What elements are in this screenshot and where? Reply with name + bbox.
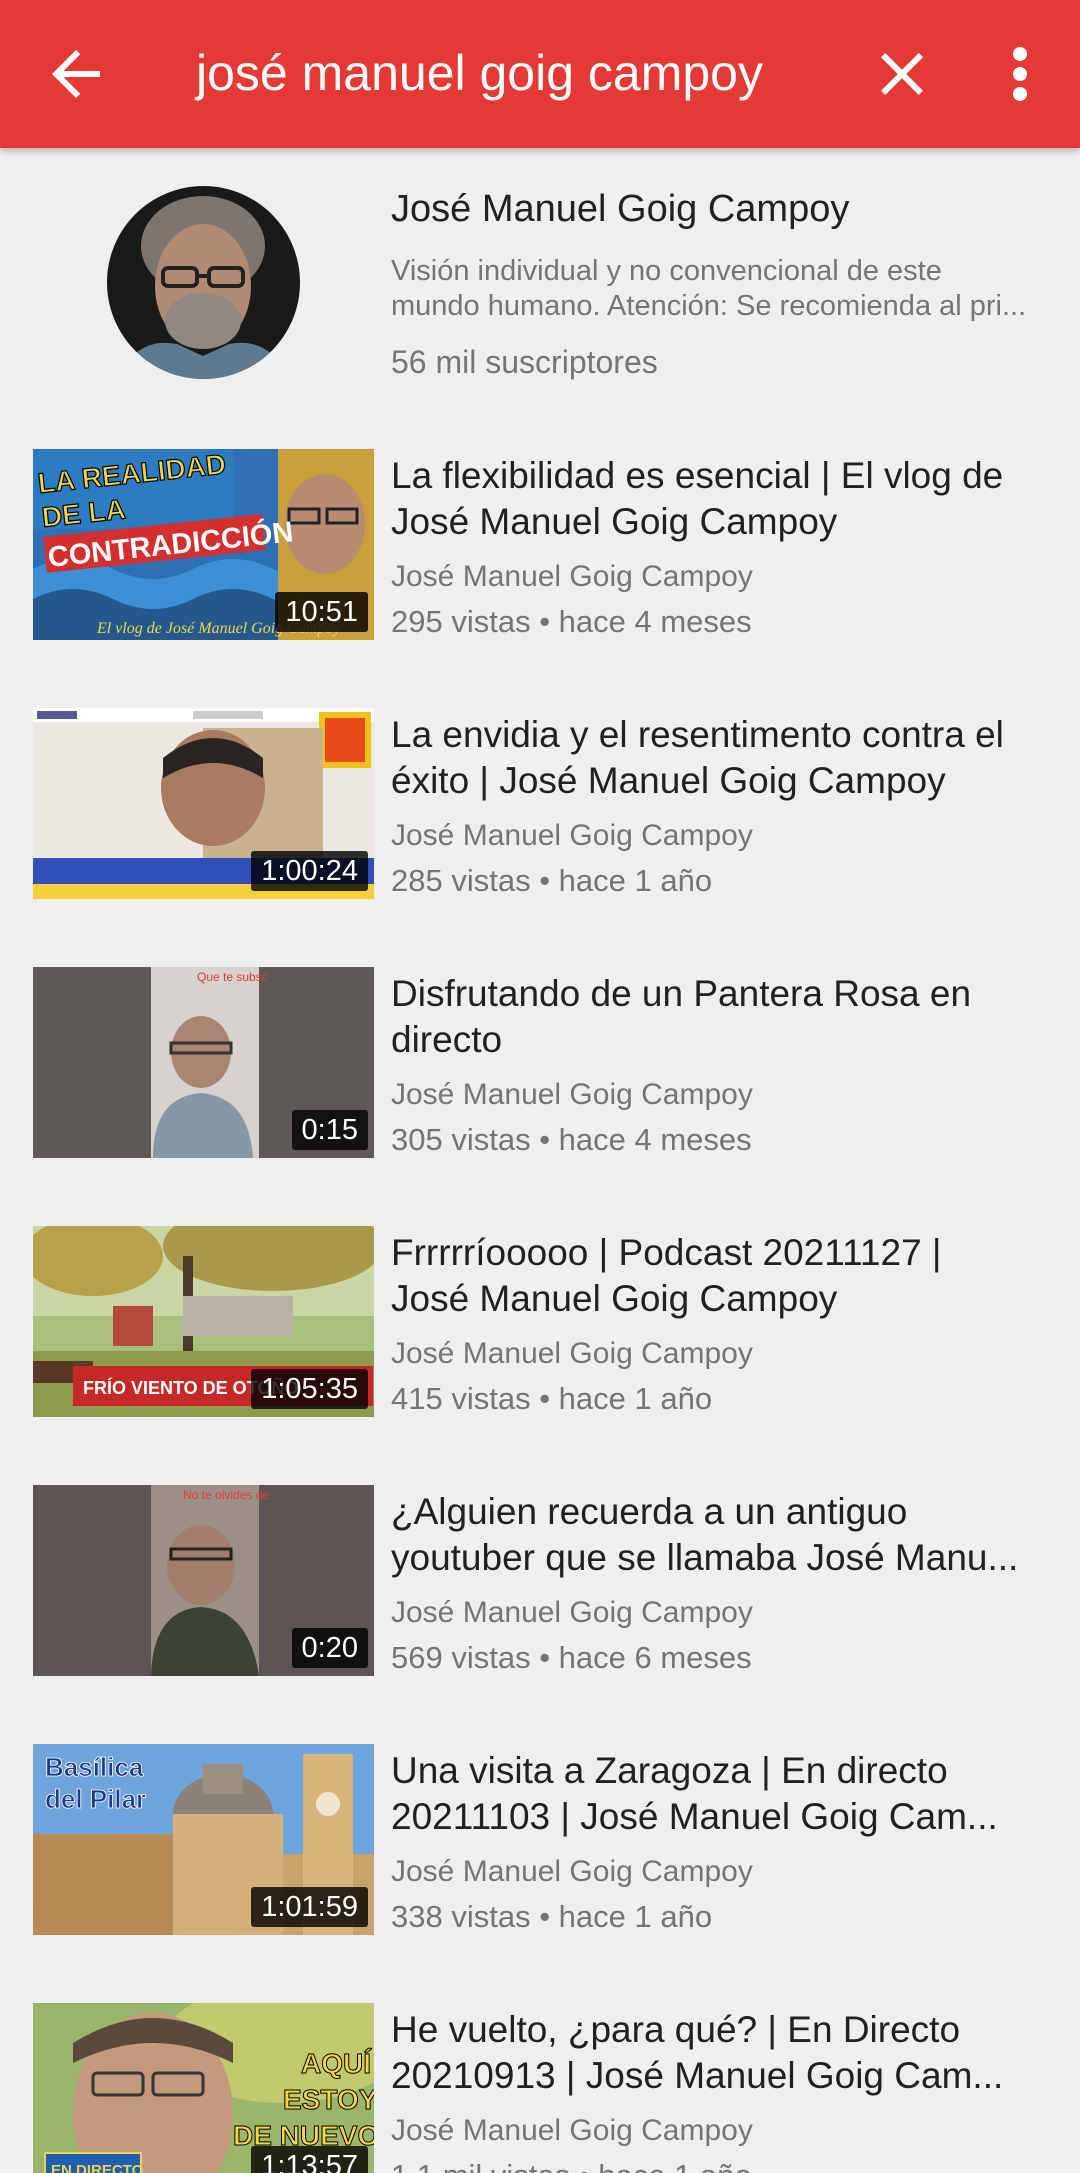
video-thumbnail[interactable]: LA REALIDAD DE LA CONTRADICCIÓN El vlog … [33,449,374,640]
search-query[interactable]: josé manuel goig campoy [196,42,763,104]
video-thumbnail[interactable]: 1:00:24 [33,708,374,899]
channel-description: Visión individual y no convencional de e… [391,254,1051,324]
video-title-line: 20210913 | José Manuel Goig Cam... [391,2055,1004,2096]
video-title: Una visita a Zaragoza | En directo 20211… [391,1748,1051,1840]
video-meta: 415 vistas • hace 1 año [391,1381,713,1416]
video-channel-name: José Manuel Goig Campoy [391,1337,753,1370]
video-title-line: José Manuel Goig Campoy [391,1278,838,1319]
video-title-line: Frrrrríooooo | Podcast 20211127 | [391,1232,942,1273]
clear-search-button[interactable] [866,38,938,110]
video-thumbnail[interactable]: Basílica del Pilar 1:01:59 [33,1744,374,1935]
video-meta: 1,1 mil vistas • hace 1 año [391,2156,752,2173]
video-result[interactable]: FRÍO VIENTO DE OTOÑO 1:05:35 Frrrrríoooo… [0,1226,1080,1485]
video-duration: 10:51 [275,592,368,632]
video-result[interactable]: Basílica del Pilar 1:01:59 Una visita a … [0,1744,1080,2003]
thumbnail-caption: del Pilar [45,1784,146,1814]
video-result[interactable]: No te olvides de 0:20 ¿Alguien recuerda … [0,1485,1080,1744]
thumbnail-caption: Que te subsc [197,970,268,984]
video-duration: 1:13:57 [251,2146,368,2173]
video-title: Disfrutando de un Pantera Rosa en direct… [391,971,1051,1063]
video-duration: 1:01:59 [251,1887,368,1927]
thumbnail-caption: Basílica [45,1752,144,1782]
close-icon [881,53,923,95]
video-title-line: Una visita a Zaragoza | En directo [391,1750,948,1791]
video-meta: 285 vistas • hace 1 año [391,863,713,898]
video-title: La envidia y el resentimento contra el é… [391,712,1051,804]
video-thumbnail[interactable]: FRÍO VIENTO DE OTOÑO 1:05:35 [33,1226,374,1417]
video-meta: 305 vistas • hace 4 meses [391,1122,752,1157]
video-meta: 569 vistas • hace 6 meses [391,1640,752,1675]
video-channel-name: José Manuel Goig Campoy [391,560,753,593]
video-title: Frrrrríooooo | Podcast 20211127 | José M… [391,1230,1051,1322]
arrow-left-icon [52,50,100,98]
video-title: ¿Alguien recuerda a un antiguo youtuber … [391,1489,1051,1581]
video-channel-name: José Manuel Goig Campoy [391,2114,753,2147]
video-duration: 1:05:35 [251,1369,368,1409]
video-duration: 0:15 [291,1110,368,1150]
video-channel-name: José Manuel Goig Campoy [391,1596,753,1629]
video-title-line: 20211103 | José Manuel Goig Cam... [391,1796,998,1837]
video-meta: 338 vistas • hace 1 año [391,1899,713,1934]
video-result[interactable]: 1:00:24 La envidia y el resentimento con… [0,708,1080,967]
video-channel-name: José Manuel Goig Campoy [391,1855,753,1888]
video-title: He vuelto, ¿para qué? | En Directo 20210… [391,2007,1051,2099]
channel-description-line: mundo humano. Atención: Se recomienda al… [391,290,1027,322]
video-title-line: He vuelto, ¿para qué? | En Directo [391,2009,961,2050]
thumbnail-caption: AQUÍ [301,2048,372,2079]
video-thumbnail[interactable]: Que te subsc 0:15 [33,967,374,1158]
video-duration: 0:20 [291,1628,368,1668]
channel-result[interactable]: José Manuel Goig Campoy Visión individua… [0,148,1080,410]
back-button[interactable] [40,38,112,110]
video-result[interactable]: LA REALIDAD DE LA CONTRADICCIÓN El vlog … [0,449,1080,708]
video-title-line: youtuber que se llamaba José Manu... [391,1537,1019,1578]
video-result[interactable]: AQUÍ ESTOY DE NUEVO EN DIRECTO 1:13:57 H… [0,2003,1080,2173]
thumbnail-caption: EN DIRECTO [51,2162,144,2173]
channel-description-line: Visión individual y no convencional de e… [391,255,942,287]
video-title-line: La envidia y el resentimento contra el [391,714,1004,755]
subscriber-count: 56 mil suscriptores [391,344,658,380]
video-duration: 1:00:24 [251,851,368,891]
thumbnail-caption: ESTOY [283,2084,374,2115]
video-result[interactable]: Que te subsc 0:15 Disfrutando de un Pant… [0,967,1080,1226]
channel-name: José Manuel Goig Campoy [391,188,850,230]
thumbnail-caption: No te olvides de [183,1488,269,1502]
video-title-line: directo [391,1019,503,1060]
video-title-line: José Manuel Goig Campoy [391,501,838,542]
video-title-line: ¿Alguien recuerda a un antiguo [391,1491,908,1532]
search-toolbar: josé manuel goig campoy [0,0,1080,148]
video-title-line: La flexibilidad es esencial | El vlog de [391,455,1004,496]
video-meta: 295 vistas • hace 4 meses [391,604,752,639]
channel-avatar[interactable] [107,186,300,379]
more-vert-icon [1013,47,1027,101]
video-title-line: Disfrutando de un Pantera Rosa en [391,973,972,1014]
more-options-button[interactable] [1000,38,1040,110]
video-title: La flexibilidad es esencial | El vlog de… [391,453,1051,545]
video-channel-name: José Manuel Goig Campoy [391,819,753,852]
video-thumbnail[interactable]: AQUÍ ESTOY DE NUEVO EN DIRECTO 1:13:57 [33,2003,374,2173]
video-channel-name: José Manuel Goig Campoy [391,1078,753,1111]
video-title-line: éxito | José Manuel Goig Campoy [391,760,946,801]
video-thumbnail[interactable]: No te olvides de 0:20 [33,1485,374,1676]
